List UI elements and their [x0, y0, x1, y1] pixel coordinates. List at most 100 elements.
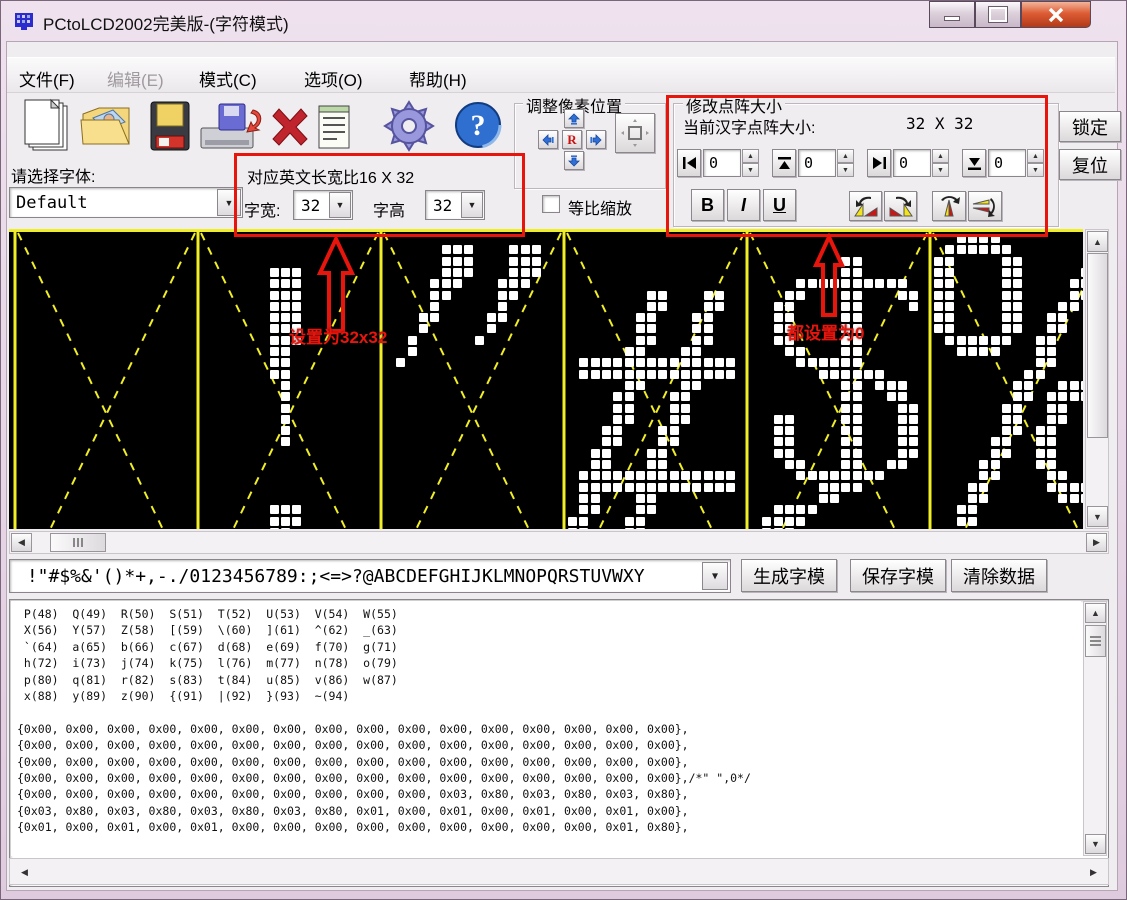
lcd-dot[interactable]: [658, 370, 667, 379]
lcd-dot[interactable]: [991, 347, 1000, 356]
lcd-dot[interactable]: [1070, 381, 1079, 390]
lcd-dot[interactable]: [270, 517, 279, 526]
lcd-dot[interactable]: [1047, 358, 1056, 367]
lcd-dot[interactable]: [774, 336, 783, 345]
menu-file[interactable]: 文件(F): [13, 62, 81, 95]
lcd-dot[interactable]: [658, 437, 667, 446]
lcd-dot[interactable]: [498, 313, 507, 322]
lcd-dot[interactable]: [819, 471, 828, 480]
lcd-dot[interactable]: [430, 291, 439, 300]
lcd-dot[interactable]: [408, 336, 417, 345]
lcd-dot[interactable]: [785, 426, 794, 435]
lcd-dot[interactable]: [692, 313, 701, 322]
lcd-dot[interactable]: [898, 426, 907, 435]
lcd-dot[interactable]: [841, 392, 850, 401]
lcd-dot[interactable]: [1013, 392, 1022, 401]
lcd-dot[interactable]: [898, 279, 907, 288]
lcd-dot[interactable]: [934, 279, 943, 288]
lcd-dot[interactable]: [704, 291, 713, 300]
lcd-dot[interactable]: [934, 313, 943, 322]
lcd-dot[interactable]: [1036, 370, 1045, 379]
italic-button[interactable]: I: [727, 189, 760, 221]
lcd-dot[interactable]: [957, 505, 966, 514]
lcd-dot[interactable]: [509, 257, 518, 266]
lcd-dot[interactable]: [1058, 381, 1067, 390]
spinner-bottom-updown[interactable]: ▲▼: [1027, 149, 1044, 177]
lcd-dot[interactable]: [704, 313, 713, 322]
lcd-dot[interactable]: [991, 245, 1000, 254]
lcd-dot[interactable]: [647, 471, 656, 480]
lcd-dot[interactable]: [658, 483, 667, 492]
lcd-dot[interactable]: [1058, 471, 1067, 480]
lcd-dot[interactable]: [853, 358, 862, 367]
lcd-dot[interactable]: [591, 471, 600, 480]
lcd-dot[interactable]: [1002, 291, 1011, 300]
lcd-dot[interactable]: [1047, 426, 1056, 435]
lcd-dot[interactable]: [957, 245, 966, 254]
lcd-dot[interactable]: [625, 483, 634, 492]
lcd-dot[interactable]: [487, 324, 496, 333]
canvas-scroll-left-icon[interactable]: ◀: [11, 533, 32, 552]
lcd-dot[interactable]: [1070, 291, 1079, 300]
lcd-dot[interactable]: [579, 505, 588, 514]
delete-icon[interactable]: [267, 104, 313, 150]
lcd-dot[interactable]: [1058, 404, 1067, 413]
lcd-dot[interactable]: [991, 336, 1000, 345]
lcd-dot[interactable]: [785, 449, 794, 458]
lcd-dot[interactable]: [292, 291, 301, 300]
lcd-dot[interactable]: [785, 291, 794, 300]
menu-options[interactable]: 选项(O): [298, 62, 369, 95]
lcd-dot[interactable]: [704, 483, 713, 492]
lcd-dot[interactable]: [591, 358, 600, 367]
lcd-dot[interactable]: [625, 404, 634, 413]
lcd-dot[interactable]: [464, 268, 473, 277]
lcd-dot[interactable]: [785, 302, 794, 311]
lcd-dot[interactable]: [796, 347, 805, 356]
lcd-dot[interactable]: [1081, 494, 1083, 503]
lcd-dot[interactable]: [442, 291, 451, 300]
lcd-dot[interactable]: [613, 415, 622, 424]
lcd-dot[interactable]: [281, 426, 290, 435]
lcd-dot[interactable]: [726, 358, 735, 367]
lcd-dot[interactable]: [442, 268, 451, 277]
lcd-dot[interactable]: [270, 302, 279, 311]
lcd-dot[interactable]: [1036, 449, 1045, 458]
lcd-dot[interactable]: [281, 279, 290, 288]
lcd-dot[interactable]: [968, 483, 977, 492]
lcd-dot[interactable]: [785, 505, 794, 514]
lcd-dot[interactable]: [579, 370, 588, 379]
lcd-dot[interactable]: [808, 505, 817, 514]
lcd-dot[interactable]: [692, 358, 701, 367]
lcd-dot[interactable]: [898, 392, 907, 401]
lcd-dot[interactable]: [568, 517, 577, 526]
lcd-dot[interactable]: [979, 471, 988, 480]
lcd-dot[interactable]: [270, 268, 279, 277]
lcd-dot[interactable]: [647, 358, 656, 367]
lcd-dot[interactable]: [704, 358, 713, 367]
lcd-dot[interactable]: [625, 415, 634, 424]
lcd-dot[interactable]: [1013, 313, 1022, 322]
lcd-dot[interactable]: [1024, 370, 1033, 379]
lcd-dot[interactable]: [819, 358, 828, 367]
lcd-dot[interactable]: [636, 517, 645, 526]
lcd-dot[interactable]: [670, 483, 679, 492]
lcd-dot[interactable]: [509, 268, 518, 277]
lcd-dot[interactable]: [853, 471, 862, 480]
lcd-dot[interactable]: [726, 370, 735, 379]
lcd-dot[interactable]: [419, 313, 428, 322]
lcd-dot[interactable]: [636, 370, 645, 379]
move-right-button[interactable]: [586, 130, 606, 149]
lcd-dot[interactable]: [774, 528, 783, 529]
menu-help[interactable]: 帮助(H): [403, 62, 473, 95]
title-bar[interactable]: PCtoLCD2002完美版-(字符模式): [1, 1, 1127, 41]
lcd-dot[interactable]: [796, 517, 805, 526]
lcd-dot[interactable]: [591, 494, 600, 503]
lcd-dot[interactable]: [853, 483, 862, 492]
lcd-dot[interactable]: [1058, 392, 1067, 401]
lcd-dot[interactable]: [898, 449, 907, 458]
lcd-dot[interactable]: [681, 483, 690, 492]
lcd-dot[interactable]: [270, 324, 279, 333]
lcd-dot[interactable]: [1013, 302, 1022, 311]
bold-button[interactable]: B: [691, 189, 724, 221]
lcd-dot[interactable]: [704, 370, 713, 379]
